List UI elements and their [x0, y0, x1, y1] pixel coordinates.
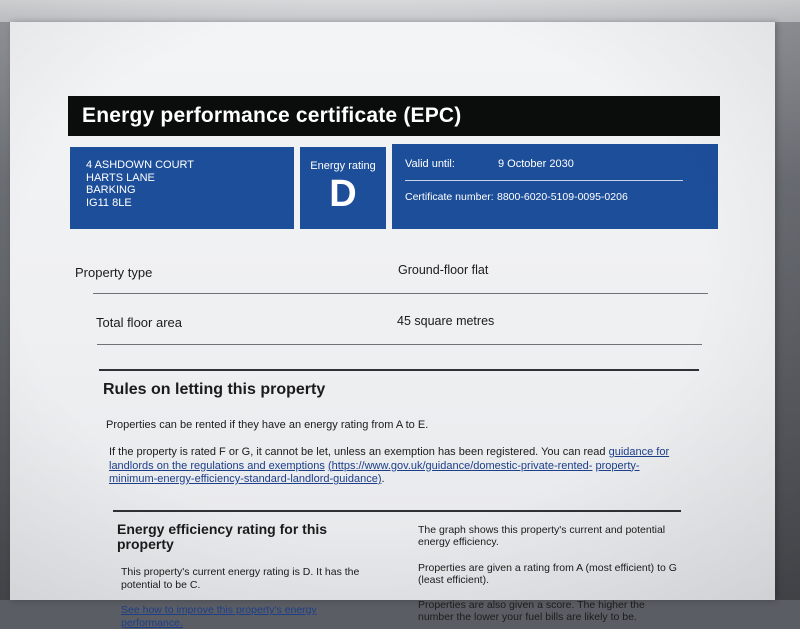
certificate-number-label: Certificate number:: [405, 191, 494, 203]
valid-until-label: Valid until:: [405, 158, 455, 170]
energy-rating-letter: D: [329, 173, 357, 215]
address-box: 4 ASHDOWN COURT HARTS LANE BARKING IG11 …: [70, 147, 294, 229]
letting-rules-text: Properties can be rented if they have an…: [106, 419, 429, 431]
floor-area-label: Total floor area: [96, 315, 182, 330]
property-type-label: Property type: [75, 265, 153, 280]
section-divider: [113, 510, 681, 512]
exemption-text: If the property is rated F or G, it cann…: [109, 446, 606, 458]
valid-until-value: 9 October 2030: [498, 158, 574, 170]
energy-rating-box: Energy rating D: [300, 147, 386, 229]
certificate-number-value: 8800-6020-5109-0095-0206: [497, 191, 628, 203]
section-divider: [99, 369, 699, 371]
efficiency-rating-heading: Energy efficiency rating for this proper…: [117, 521, 328, 552]
energy-rating-label: Energy rating: [310, 160, 376, 172]
rating-scale-text: Properties are given a rating from A (mo…: [418, 562, 677, 586]
validity-box: Valid until: 9 October 2030 Certificate …: [392, 144, 718, 229]
validity-divider: [405, 180, 683, 181]
address-line-1: 4 ASHDOWN COURT: [86, 159, 194, 171]
divider: [97, 344, 702, 345]
letting-exemption-text: If the property is rated F or G, it cann…: [109, 446, 684, 487]
floor-area-value: 45 square metres: [397, 314, 495, 328]
graph-description-text: The graph shows this property's current …: [418, 524, 666, 548]
epc-header-bar: Energy performance certificate (EPC): [68, 96, 720, 136]
screen: Energy performance certificate (EPC) 4 A…: [10, 22, 775, 629]
landlord-guidance-url[interactable]: (https://www.gov.uk/guidance/domestic-pr…: [328, 460, 593, 472]
page-title: Energy performance certificate (EPC): [82, 104, 462, 127]
divider: [93, 293, 708, 294]
improve-performance-link[interactable]: See how to improve this property's energ…: [121, 604, 371, 629]
monitor-bezel: [0, 0, 800, 22]
score-description-text: Properties are also given a score. The h…: [418, 599, 645, 623]
epc-document: Energy performance certificate (EPC) 4 A…: [65, 94, 720, 629]
address-line-3: BARKING: [86, 184, 136, 196]
sentence-end: .: [381, 473, 385, 485]
address-line-2: HARTS LANE: [86, 171, 155, 184]
property-type-value: Ground-floor flat: [398, 263, 489, 277]
address-postcode: IG11 8LE: [86, 196, 132, 209]
current-rating-text: This property's current energy rating is…: [121, 566, 360, 591]
letting-rules-heading: Rules on letting this property: [103, 381, 326, 398]
